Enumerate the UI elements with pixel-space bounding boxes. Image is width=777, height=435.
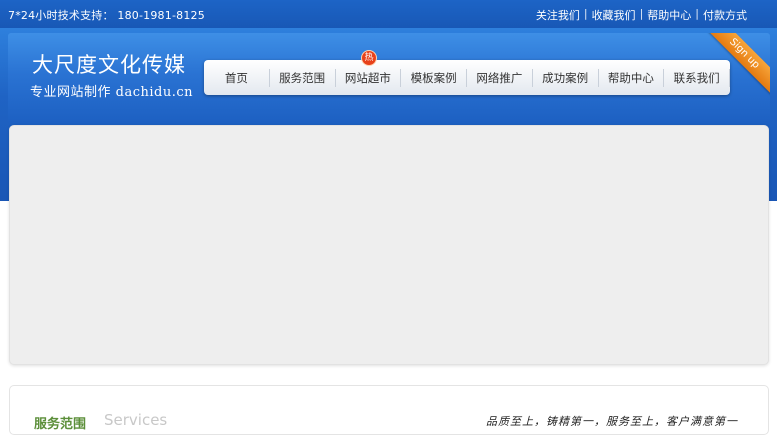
nav-item-site-market[interactable]: 网站超市: [336, 68, 402, 87]
nav-item-help[interactable]: 帮助中心: [599, 68, 665, 87]
nav-item-services[interactable]: 服务范围: [270, 68, 336, 87]
help-center-link[interactable]: 帮助中心: [647, 7, 691, 23]
services-title-en: Services: [104, 411, 168, 429]
separator: |: [695, 7, 699, 20]
bookmark-us-link[interactable]: 收藏我们: [592, 7, 636, 23]
support-hotline: 7*24小时技术支持： 180-1981-8125: [8, 9, 205, 22]
site-logo[interactable]: 大尺度文化传媒: [32, 49, 186, 79]
banner-slideshow: [9, 125, 769, 365]
site-tagline: 专业网站制作 dachidu.cn: [30, 85, 193, 100]
top-bar: 7*24小时技术支持： 180-1981-8125 关注我们 | 收藏我们 | …: [0, 0, 777, 28]
nav-item-contact[interactable]: 联系我们: [664, 68, 730, 87]
follow-us-link[interactable]: 关注我们: [536, 7, 580, 23]
separator: |: [583, 7, 588, 20]
payment-methods-link[interactable]: 付款方式: [703, 7, 747, 23]
hot-badge: 热: [362, 51, 376, 65]
services-section: 服务范围 Services 品质至上，铸精第一，服务至上，客户满意第一: [9, 385, 769, 435]
site-header: 大尺度文化传媒 专业网站制作 dachidu.cn 首页 服务范围 网站超市 模…: [8, 33, 770, 123]
nav-item-promotion[interactable]: 网络推广: [467, 68, 533, 87]
services-slogan: 品质至上，铸精第一，服务至上，客户满意第一: [486, 415, 738, 428]
top-links: 关注我们 | 收藏我们 | 帮助中心 | 付款方式: [536, 7, 747, 23]
nav-item-home[interactable]: 首页: [204, 68, 270, 87]
separator: |: [639, 7, 644, 20]
main-nav: 首页 服务范围 网站超市 模板案例 网络推广 成功案例 帮助中心 联系我们 热: [204, 51, 730, 95]
nav-item-templates[interactable]: 模板案例: [401, 68, 467, 87]
nav-item-cases[interactable]: 成功案例: [533, 68, 599, 87]
